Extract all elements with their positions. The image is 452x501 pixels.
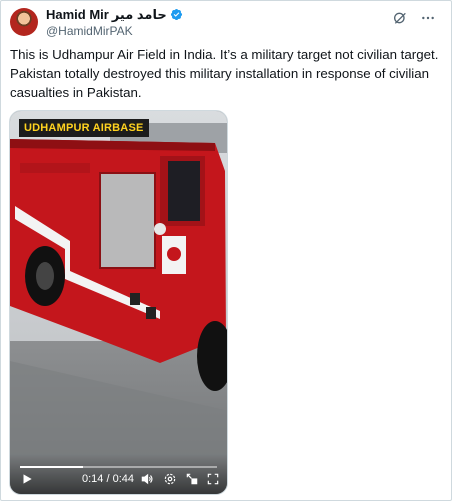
urdu-name[interactable]: حامد میر [112,7,167,23]
video-frame [10,111,227,494]
tweet-header: Hamid Mir حامد میر @HamidMirPAK [46,7,443,39]
name-line: Hamid Mir حامد میر [46,7,443,22]
video-controls: 0:14 / 0:44 [10,454,227,494]
play-icon[interactable] [20,472,34,486]
tweet-card[interactable]: Hamid Mir حامد میر @HamidMirPAK This is … [0,0,452,501]
progress-fill [20,466,83,468]
picture-in-picture-icon[interactable] [185,472,199,486]
more-icon[interactable] [419,9,437,27]
avatar[interactable] [10,8,38,36]
volume-icon[interactable] [140,472,154,486]
grok-icon[interactable] [391,9,409,27]
time-display: 0:14 / 0:44 [82,473,134,485]
settings-icon[interactable] [163,472,177,486]
video-player[interactable]: UDHAMPUR AIRBASE 0:14 / 0:44 [9,110,228,495]
fullscreen-icon[interactable] [206,472,220,486]
handle[interactable]: @HamidMirPAK [46,24,443,38]
verified-badge-icon [170,8,182,21]
video-overlay-label: UDHAMPUR AIRBASE [19,119,149,137]
tweet-text: This is Udhampur Air Field in India. It’… [10,47,439,100]
progress-bar[interactable] [20,466,217,468]
display-name[interactable]: Hamid Mir [46,7,109,22]
